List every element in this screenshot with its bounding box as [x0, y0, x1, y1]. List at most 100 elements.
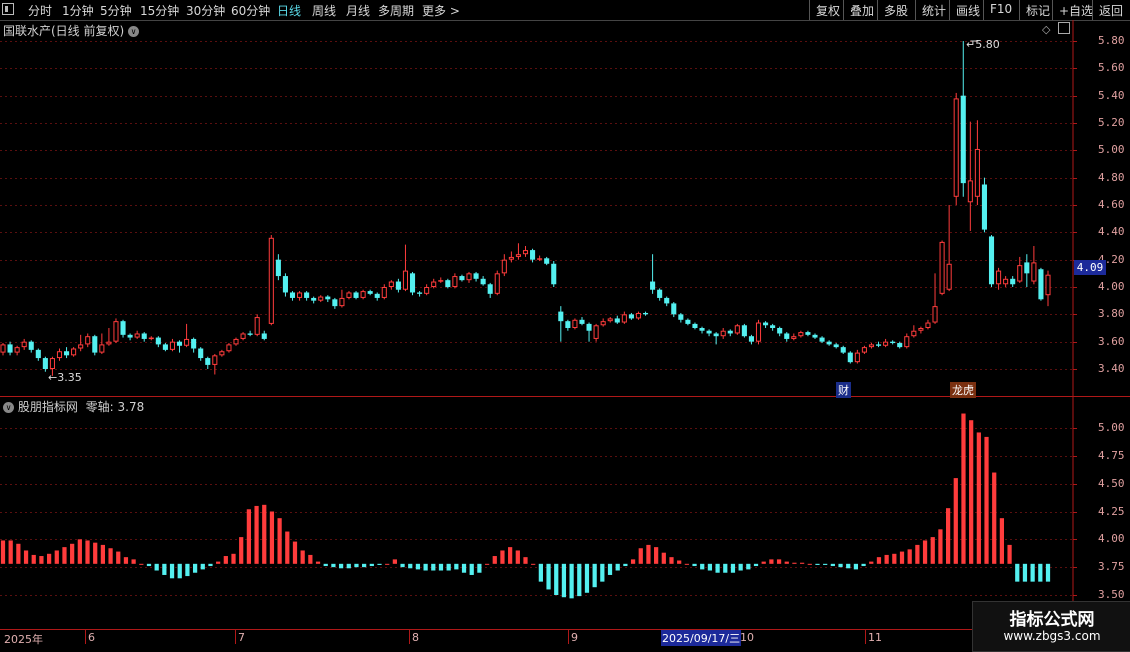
candle-body-up — [106, 341, 112, 345]
candle-body-down — [805, 332, 811, 335]
candle-body-up — [501, 259, 507, 274]
indicator-tick-label: 4.25 — [1098, 504, 1125, 518]
indicator-bar-down — [707, 563, 713, 571]
indicator-bar-up — [0, 540, 6, 564]
indicator-bar-down — [400, 563, 405, 568]
candle-body-down — [819, 337, 825, 342]
candle-body-up — [798, 332, 804, 337]
indicator-bar-down — [469, 563, 474, 575]
kline-chart-canvas[interactable] — [0, 0, 1130, 650]
indicator-bar-up — [992, 472, 997, 564]
candle-body-down — [664, 297, 670, 304]
candle-body-up — [925, 322, 931, 328]
candle-body-down — [191, 338, 197, 349]
candle-body-up — [184, 338, 190, 346]
candle-body-up — [240, 333, 246, 339]
indicator-bar-up — [385, 563, 390, 565]
price-tick-label: 4.80 — [1098, 170, 1125, 184]
candle-body-down — [480, 278, 486, 285]
candle-body-down — [551, 263, 557, 285]
indicator-bar-up — [62, 547, 67, 564]
price-tick-label: 5.00 — [1098, 143, 1125, 157]
indicator-bar-up — [661, 552, 666, 564]
candle-body-down — [332, 299, 338, 307]
financial-report-tag[interactable]: 财 — [836, 382, 851, 398]
indicator-bar-up — [784, 561, 789, 564]
indicator-bar-down — [369, 563, 374, 567]
candle-body-up — [734, 325, 740, 334]
candle-body-down — [544, 258, 550, 264]
indicator-bar-up — [39, 556, 44, 564]
candle-body-up — [49, 358, 55, 370]
indicator-bar-up — [922, 540, 928, 564]
indicator-bar-down — [561, 563, 567, 598]
candle-body-down — [311, 297, 317, 301]
candle-body-down — [275, 259, 281, 277]
candle-body-up — [635, 312, 642, 319]
candle-body-up — [431, 281, 437, 287]
candle-body-down — [141, 333, 147, 339]
candle-body-down — [642, 312, 649, 315]
month-label: 8 — [412, 631, 419, 644]
candle-body-up — [14, 347, 20, 353]
candle-body-up — [78, 344, 84, 349]
indicator-bar-down — [200, 563, 205, 570]
indicator-bar-down — [346, 563, 351, 569]
candle-body-down — [325, 296, 331, 300]
indicator-bar-down — [623, 563, 628, 567]
candle-body-up — [600, 321, 606, 326]
indicator-bar-up — [630, 559, 636, 564]
candle-body-down — [960, 95, 966, 184]
indicator-tick-label: 3.75 — [1098, 560, 1125, 574]
price-tick-label: 4.40 — [1098, 225, 1125, 239]
price-tick-label: 4.60 — [1098, 198, 1125, 211]
candle-body-down — [847, 352, 853, 363]
candle-body-up — [466, 273, 472, 281]
indicator-bar-up — [523, 557, 528, 564]
indicator-bar-up — [131, 559, 136, 564]
indicator-bar-up — [93, 542, 98, 564]
candle-body-down — [64, 351, 70, 356]
indicator-bar-up — [899, 551, 905, 564]
candle-body-down — [897, 343, 903, 348]
candle-body-down — [367, 291, 373, 294]
candle-body-down — [1010, 278, 1016, 285]
candle-body-down — [127, 334, 133, 338]
candle-body-up — [71, 348, 77, 356]
candle-body-up — [755, 322, 762, 342]
indicator-bar-down — [162, 563, 167, 575]
candle-body-down — [812, 334, 818, 338]
indicator-bar-up — [930, 537, 935, 564]
candle-body-down — [409, 273, 416, 293]
candle-body-up — [212, 355, 218, 365]
indicator-bar-up — [216, 561, 221, 564]
candle-body-down — [586, 323, 592, 331]
month-label: 10 — [740, 631, 754, 644]
indicator-bar-down — [477, 563, 482, 573]
indicator-bar-up — [492, 556, 497, 564]
candle-body-up — [883, 341, 889, 346]
candle-body-up — [360, 291, 366, 298]
indicator-bar-down — [331, 563, 336, 568]
indicator-tick-label: 4.50 — [1098, 476, 1125, 490]
candle-body-down — [176, 341, 183, 346]
price-tick-label: 3.80 — [1098, 307, 1125, 321]
price-tick-label: 5.80 — [1098, 34, 1125, 47]
candle-body-down — [628, 314, 634, 319]
candle-body-down — [155, 337, 161, 345]
indicator-bar-up — [792, 562, 797, 564]
candle-body-up — [233, 338, 239, 345]
indicator-bar-up — [292, 541, 298, 564]
indicator-bar-up — [646, 544, 651, 564]
candle-body-up — [996, 270, 1002, 285]
candle-body-up — [904, 336, 910, 348]
candle-body-up — [1017, 265, 1023, 282]
dragon-tiger-tag[interactable]: 龙虎 — [950, 382, 976, 398]
indicator-bar-up — [315, 561, 321, 564]
candle-body-down — [395, 281, 401, 290]
indicator-bar-down — [1038, 563, 1043, 582]
indicator-bar-down — [592, 563, 597, 588]
candle-body-up — [346, 292, 352, 298]
candle-body-down — [784, 333, 790, 339]
indicator-bar-up — [976, 432, 981, 564]
